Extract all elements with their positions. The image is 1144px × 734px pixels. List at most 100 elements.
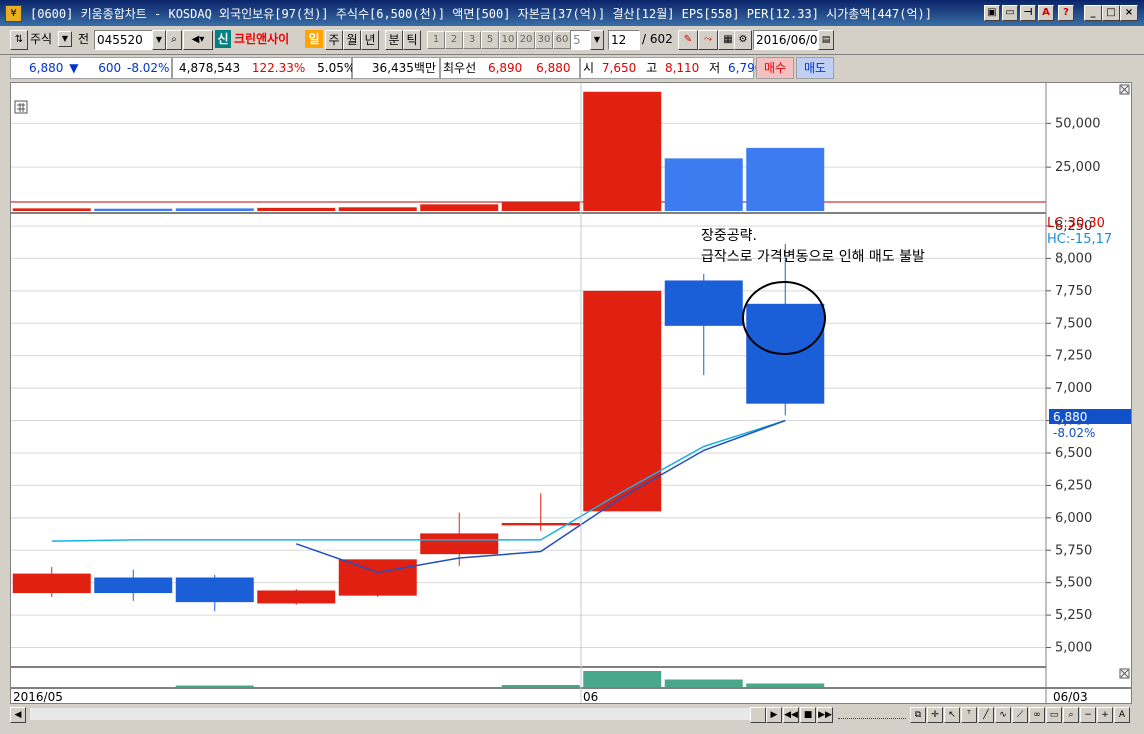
minute-20[interactable]: 20	[517, 31, 535, 49]
volume: 4,878,543	[179, 61, 241, 75]
volume-bar	[12, 208, 91, 211]
scroll-track[interactable]	[30, 708, 750, 720]
minimize-button[interactable]: _	[1084, 5, 1102, 21]
trend-icon[interactable]: ⟋	[1012, 707, 1028, 723]
next-icon[interactable]: ▶	[766, 707, 782, 723]
minute-5[interactable]: 5	[481, 31, 499, 49]
volume-bar	[420, 204, 499, 211]
change-pct: -8.02%	[126, 61, 170, 75]
legend-lc: LC:30,30	[1047, 216, 1105, 231]
text-icon[interactable]: ᵀ	[961, 707, 977, 723]
chevron-down-icon[interactable]: ▼	[152, 30, 166, 50]
pin-icon[interactable]: ⊣	[1020, 5, 1036, 21]
count-input[interactable]: 12	[608, 30, 640, 50]
font-icon[interactable]: A	[1114, 707, 1130, 723]
minute-10[interactable]: 10	[499, 31, 517, 49]
title-bar: ¥ [0600] 키움종합차트 - KOSDAQ 외국인보유[97(천)] 주식…	[0, 0, 1144, 26]
gear-icon[interactable]: ⚙	[734, 30, 752, 50]
volume-grid	[11, 122, 1051, 203]
close-button[interactable]: ×	[1120, 5, 1138, 21]
best-label: 최우선	[443, 61, 477, 75]
current-price: 6,880	[29, 61, 64, 75]
price-tick-label: 7,000	[1055, 381, 1092, 396]
period-minute[interactable]: 분	[385, 30, 403, 50]
cascade-icon[interactable]: ▭	[1002, 5, 1018, 21]
price-tick-label: 5,250	[1055, 608, 1092, 623]
period-week[interactable]: 주	[325, 30, 343, 50]
indicator-icon[interactable]: ✎	[678, 30, 698, 50]
tile-icon[interactable]: ▣	[984, 5, 1000, 21]
minute-3[interactable]: 3	[463, 31, 481, 49]
chart-area[interactable]: 5,0005,2505,5005,7506,0006,2506,5006,750…	[10, 82, 1132, 704]
high-price: 8,110	[664, 61, 700, 75]
scroll-handle[interactable]	[750, 707, 766, 723]
period-year[interactable]: 년	[361, 30, 379, 50]
zoom-icon[interactable]: ⌕	[1063, 707, 1079, 723]
prev-label: 전	[78, 32, 90, 46]
period-tick[interactable]: 틱	[403, 30, 421, 50]
low-label: 저	[709, 61, 721, 75]
line-icon[interactable]: ╱	[978, 707, 994, 723]
period-day[interactable]: 일	[305, 30, 323, 48]
annotation-line1: 장중공략.	[701, 228, 757, 244]
copy-icon[interactable]: ⧉	[910, 707, 926, 723]
buy-button[interactable]: 매수	[756, 57, 794, 79]
toolbar: ⇅ 주식 ▼ 전 045520 ▼ ⌕ ◀▾ 신 크린앤사이 일 주 월 년 분 …	[0, 26, 1144, 55]
search-icon[interactable]: ⌕	[166, 30, 182, 50]
high-label: 고	[646, 61, 658, 75]
last-icon[interactable]: ▶▶	[817, 707, 833, 723]
lock-icon[interactable]: ⇅	[10, 30, 28, 50]
app-icon[interactable]: ¥	[5, 5, 22, 22]
price-tick-label: 7,250	[1055, 349, 1092, 364]
minute-60[interactable]: 60	[553, 31, 571, 49]
open-price: 7,650	[601, 61, 637, 75]
volume-bar	[338, 207, 417, 211]
period-month[interactable]: 월	[343, 30, 361, 50]
minute-1[interactable]: 1	[427, 31, 445, 49]
crosshair-icon[interactable]: ✛	[927, 707, 943, 723]
zoom-slider[interactable]	[838, 710, 906, 719]
change-value: 600	[98, 61, 122, 75]
help-icon[interactable]: ?	[1058, 5, 1074, 21]
price-tick-label: 7,750	[1055, 284, 1092, 299]
scroll-left-button[interactable]: ◀	[10, 707, 26, 723]
minute-2[interactable]: 2	[445, 31, 463, 49]
moving-average-lines	[51, 419, 786, 574]
stop-icon[interactable]: ■	[800, 707, 816, 723]
code-input[interactable]: 045520	[94, 30, 156, 50]
zoom-in-icon[interactable]: +	[1097, 707, 1113, 723]
clipboard-icon[interactable]: ▭	[1046, 707, 1062, 723]
price-tick-label: 6,250	[1055, 478, 1092, 493]
x-label-mid: 06	[583, 690, 598, 703]
table-icon	[14, 100, 28, 114]
turnover: 5.05%	[317, 61, 356, 75]
calendar-icon[interactable]: ▤	[818, 30, 834, 50]
chevron-down-icon[interactable]: ▼	[58, 31, 72, 47]
period-value-input[interactable]: 5	[570, 30, 592, 50]
chain-icon[interactable]: ∞	[1029, 707, 1045, 723]
bottom-scrollbar: ◀ ▶ ◀◀ ■ ▶▶ ⧉ ✛ ↖ ᵀ ╱ ∿ ⟋ ∞ ▭ ⌕ − + A	[10, 704, 1130, 726]
alert-icon[interactable]: A	[1038, 5, 1054, 21]
sell-button[interactable]: 매도	[796, 57, 834, 79]
open-label: 시	[583, 61, 595, 75]
lower-bar	[175, 685, 254, 687]
maximize-button[interactable]: □	[1102, 5, 1120, 21]
line-tool-icon[interactable]: ⤳	[698, 30, 718, 50]
cursor-icon[interactable]: ↖	[944, 707, 960, 723]
first-icon[interactable]: ◀◀	[783, 707, 799, 723]
market-select[interactable]: 주식 ▼	[30, 30, 72, 48]
lower-bar	[583, 671, 662, 687]
price-badge-pct: -8.02%	[1053, 426, 1095, 440]
wave-icon[interactable]: ∿	[995, 707, 1011, 723]
sound-icon[interactable]: ◀▾	[183, 30, 213, 50]
zoom-out-icon[interactable]: −	[1080, 707, 1096, 723]
date-input[interactable]: 2016/06/0	[753, 30, 821, 50]
candle-body	[583, 290, 662, 512]
quote-bar: 6,880 ▼ 600 -8.02% 4,878,543 122.33% 5.0…	[0, 55, 1144, 81]
lower-bar	[664, 679, 743, 687]
price-tick-label: 5,750	[1055, 543, 1092, 558]
sin-badge: 신	[215, 30, 231, 48]
minute-30[interactable]: 30	[535, 31, 553, 49]
chevron-down-icon[interactable]: ▼	[590, 30, 604, 50]
volume-ratio: 122.33%	[251, 61, 306, 75]
